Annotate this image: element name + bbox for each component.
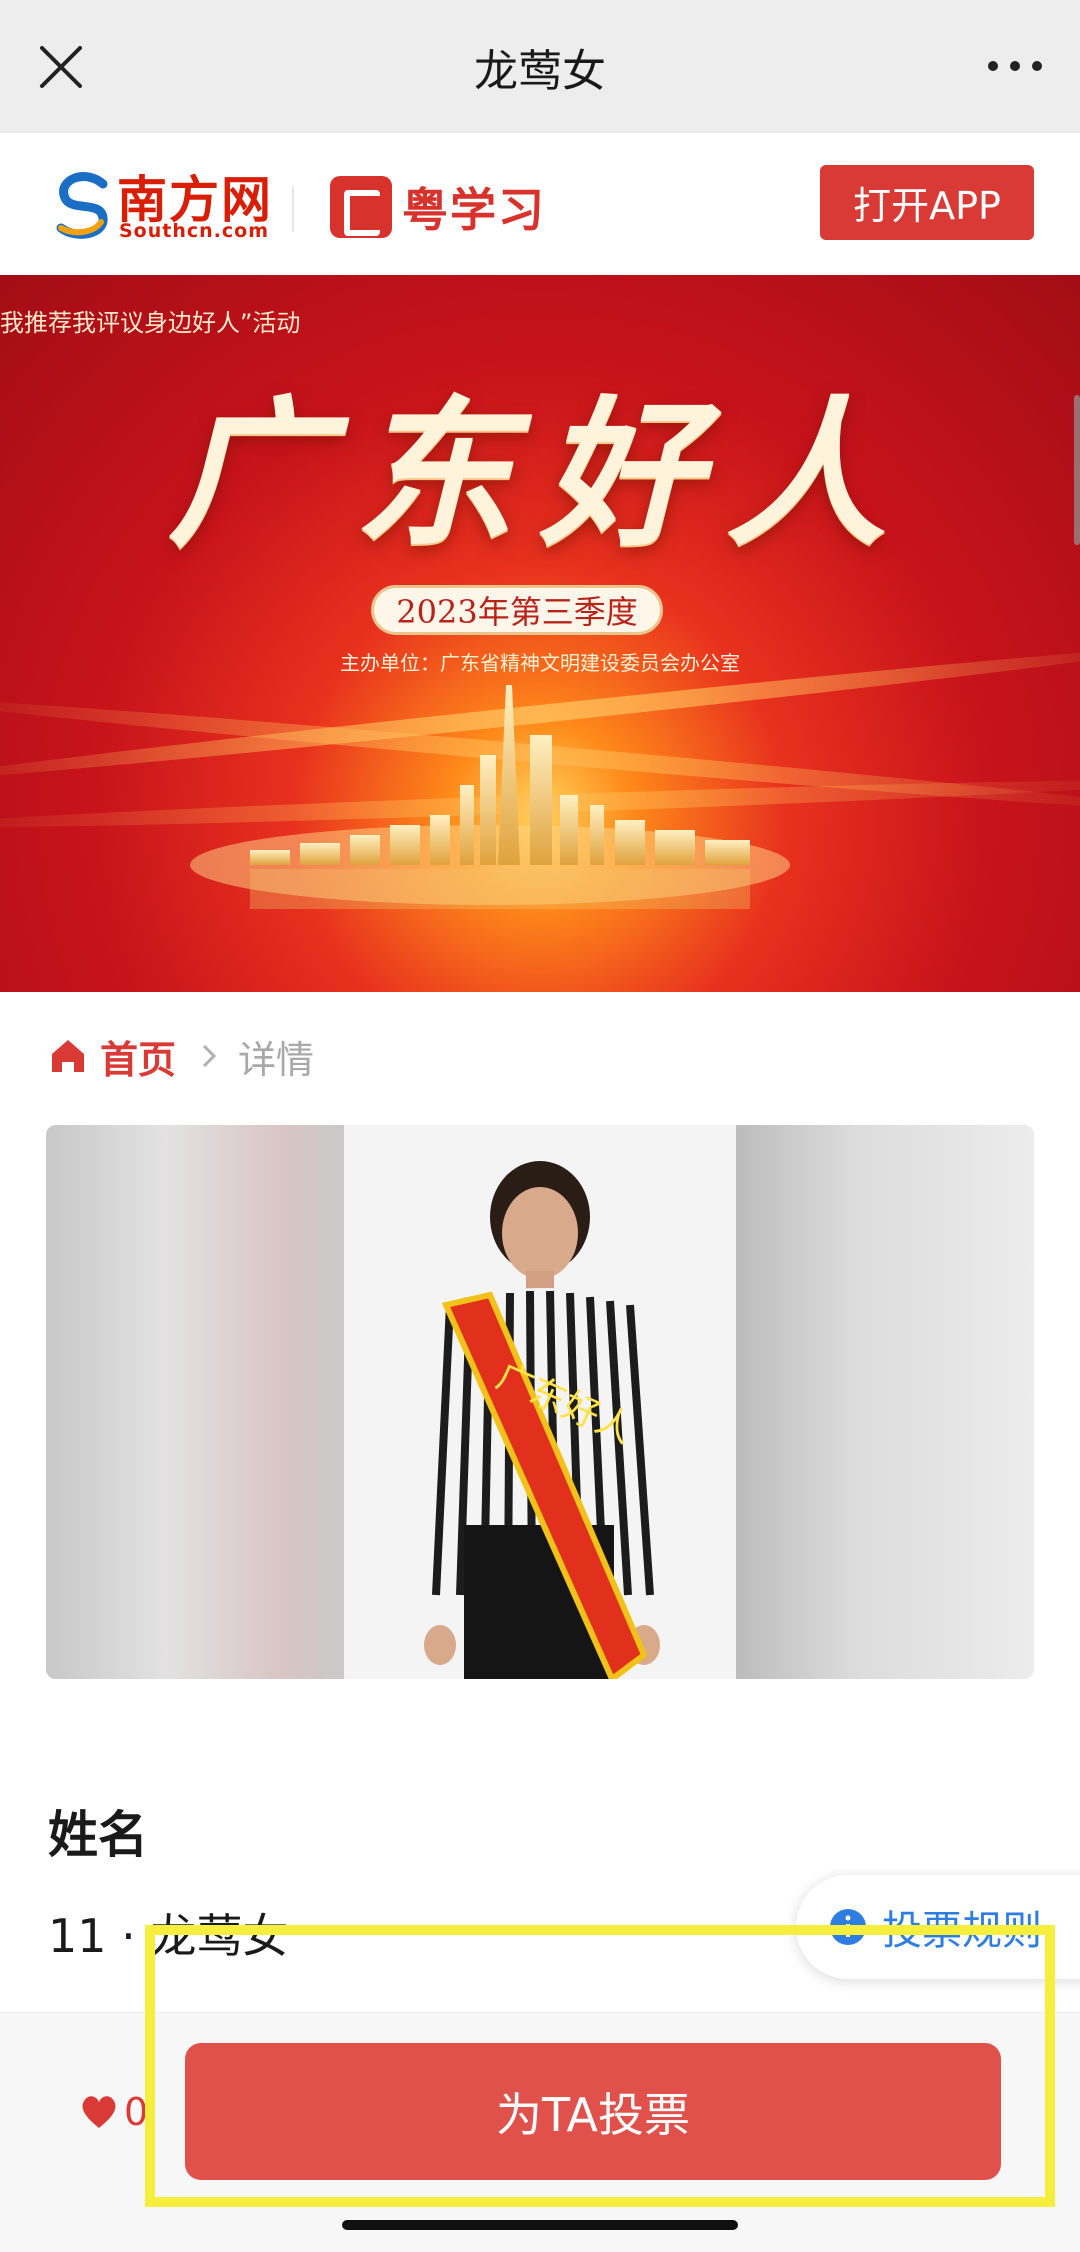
breadcrumb-current: 详情 (238, 1037, 315, 1082)
event-banner: 我推荐我评议身边好人”活动 广东好人 2023年第三季度 主办单位：广东省精神文… (0, 275, 1080, 992)
candidate-photo[interactable]: 广东好人 (46, 1125, 1034, 1679)
top-nav-bar: 龙莺女 (0, 0, 1080, 133)
yuexuexi-name: 粤学习 (402, 183, 546, 237)
banner-campaign-text: 我推荐我评议身边好人”活动 (0, 309, 301, 337)
page: 龙莺女 南方网 Southcn.com 粤学习 打开APP 我推荐我评议身边好人… (0, 0, 1080, 2252)
photo-center: 广东好人 (344, 1125, 736, 1679)
breadcrumb: 首页 详情 (48, 1030, 314, 1082)
info-icon (830, 1909, 866, 1945)
name-section-label: 姓名 (48, 1806, 148, 1864)
photo-blur-left (46, 1125, 344, 1679)
home-indicator[interactable] (342, 2220, 738, 2230)
yuexuexi-logo: 粤学习 (330, 174, 546, 240)
close-icon[interactable] (32, 38, 90, 96)
yuexuexi-mark-icon (330, 176, 392, 238)
like-count: 0 (124, 2090, 149, 2134)
person-illustration: 广东好人 (416, 1161, 664, 1679)
southcn-domain: Southcn.com (119, 220, 269, 242)
candidate-name: 11 · 龙莺女 (48, 1909, 289, 1963)
banner-organizer: 主办单位：广东省精神文明建设委员会办公室 (340, 651, 740, 675)
open-app-button[interactable]: 打开APP (820, 165, 1034, 240)
brand-divider (292, 186, 294, 232)
page-title: 龙莺女 (474, 45, 606, 97)
page-scrollbar[interactable] (1074, 395, 1080, 545)
like-button[interactable]: 0 (80, 2090, 148, 2134)
chevron-right-icon (202, 1044, 217, 1068)
vote-rules-button[interactable]: 投票规则 (796, 1875, 1080, 1979)
southcn-logo: 南方网 Southcn.com (55, 160, 275, 252)
photo-blur-right (736, 1125, 1034, 1679)
vote-button[interactable]: 为TA投票 (185, 2043, 1001, 2180)
banner-season-badge: 2023年第三季度 (371, 585, 663, 635)
breadcrumb-home-link[interactable]: 首页 (100, 1029, 176, 1084)
city-skyline-illustration (190, 685, 790, 909)
vote-rules-label: 投票规则 (882, 1908, 1042, 1954)
home-icon (52, 1040, 84, 1072)
more-icon[interactable] (980, 40, 1050, 92)
banner-title: 广东好人 (167, 380, 912, 568)
heart-icon (82, 2096, 116, 2128)
